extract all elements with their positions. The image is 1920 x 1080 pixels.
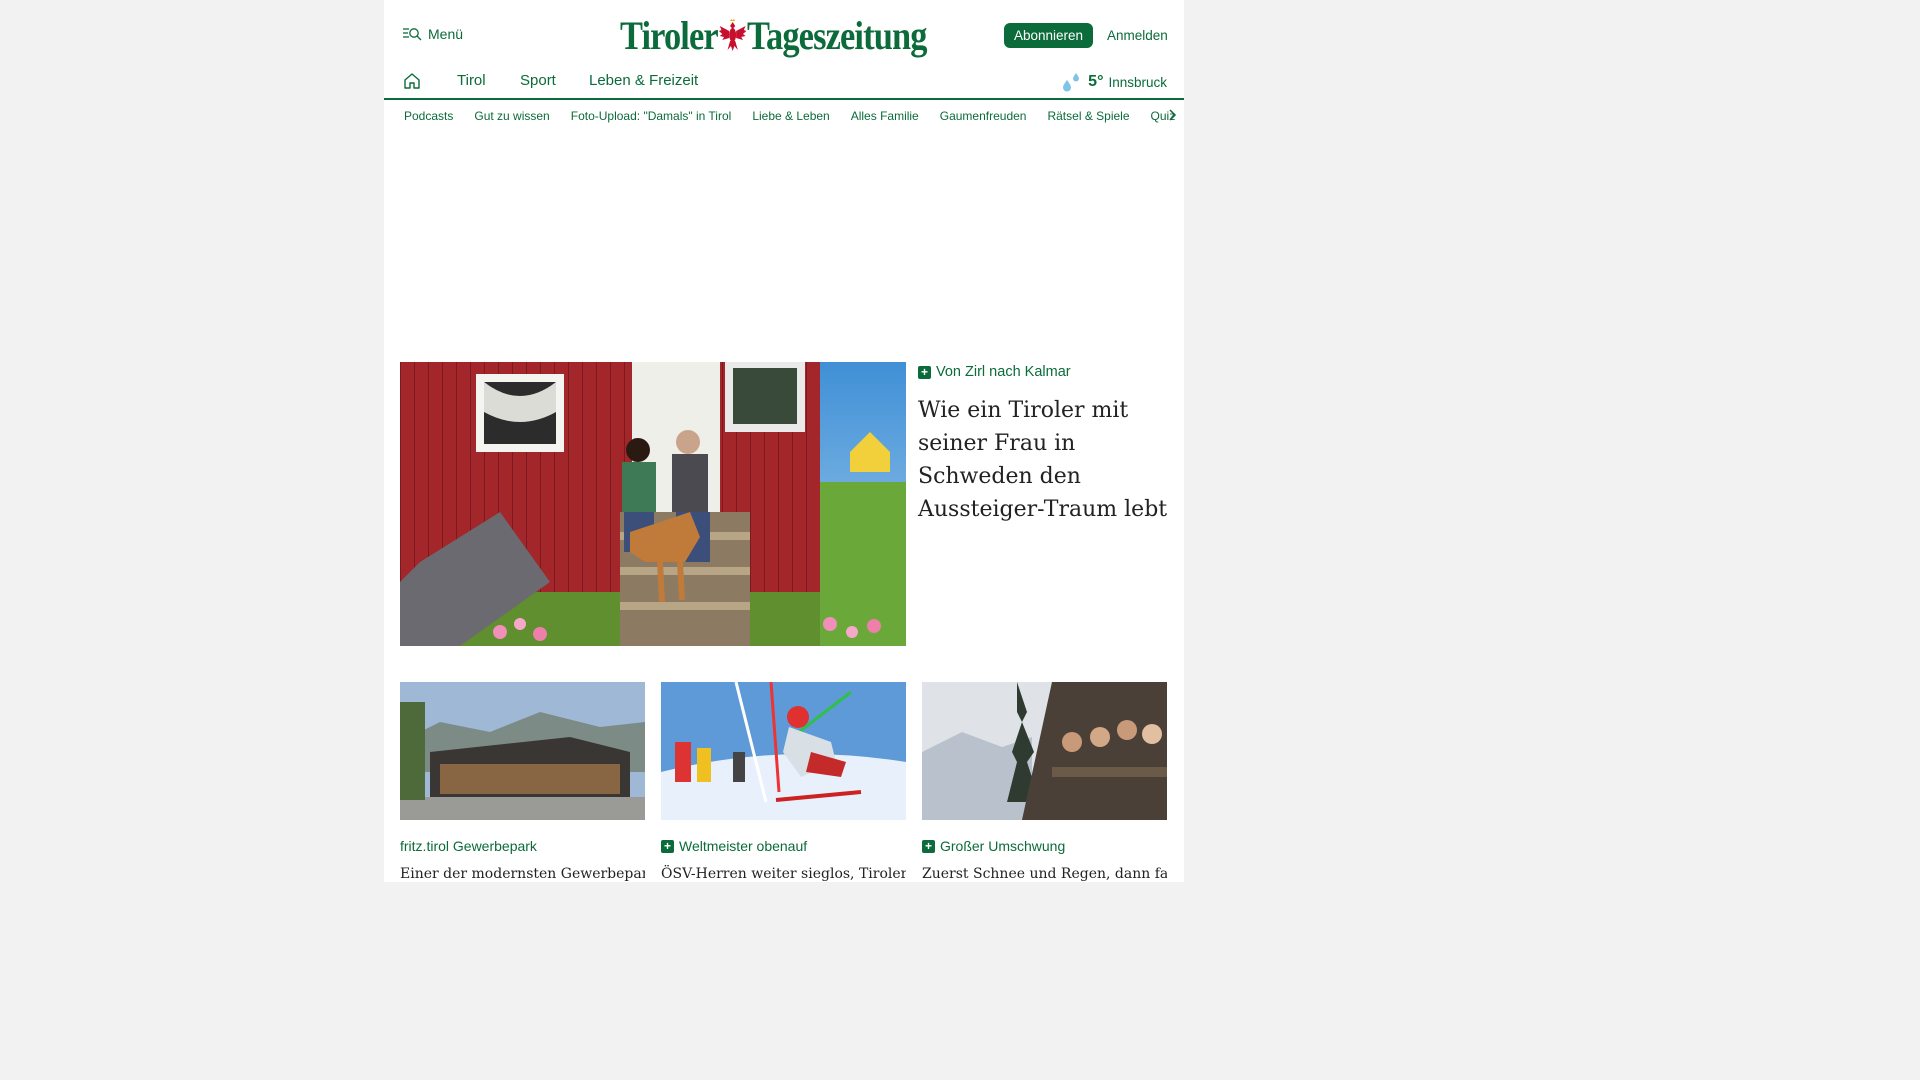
tyrolean-eagle-icon (718, 18, 747, 52)
subnav-item-podcasts[interactable]: Podcasts (404, 109, 453, 123)
card-kicker[interactable]: + Großer Umschwung (922, 838, 1065, 854)
menu-search-icon (403, 27, 422, 41)
nav-item-sport[interactable]: Sport (520, 72, 556, 89)
main-navigation: Tirol Sport Leben & Freizeit 5° Innsbruc… (384, 64, 1184, 100)
card-kicker-label: Weltmeister obenauf (679, 838, 808, 854)
weather-temperature: 5° (1088, 73, 1104, 90)
hero-kicker-label: Von Zirl nach Kalmar (936, 364, 1071, 380)
hero-article-image[interactable] (400, 362, 906, 646)
rain-drops-icon (1061, 72, 1083, 92)
subnav-item-raetsel-spiele[interactable]: Rätsel & Spiele (1047, 109, 1129, 123)
subnav-item-liebe-leben[interactable]: Liebe & Leben (752, 109, 829, 123)
subnav-item-alles-familie[interactable]: Alles Familie (851, 109, 919, 123)
card-headline[interactable]: Einer der modernsten Gewerbeparks (400, 864, 645, 884)
card-kicker[interactable]: + Weltmeister obenauf (661, 838, 807, 854)
page: Menü Tiroler Tageszeitung Abonnieren Anm… (384, 0, 1184, 882)
card-kicker[interactable]: fritz.tirol Gewerbepark (400, 838, 537, 854)
premium-plus-icon: + (918, 365, 931, 379)
subnav-item-gut-zu-wissen[interactable]: Gut zu wissen (474, 109, 549, 123)
premium-plus-icon: + (922, 839, 935, 853)
site-logo[interactable]: Tiroler Tageszeitung (620, 10, 927, 60)
card-headline[interactable]: ÖSV-Herren weiter sieglos, Tiroler (661, 864, 906, 884)
home-icon[interactable] (403, 72, 421, 90)
menu-label: Menü (428, 26, 464, 42)
hero-headline[interactable]: Wie ein Tiroler mit seiner Frau in Schwe… (918, 394, 1173, 526)
menu-button[interactable]: Menü (403, 26, 463, 42)
sub-navigation: Podcasts Gut zu wissen Foto-Upload: "Dam… (384, 101, 1184, 131)
hero-kicker[interactable]: + Von Zirl nach Kalmar (918, 364, 1071, 380)
weather-widget[interactable]: 5° Innsbruck (1061, 72, 1167, 92)
login-link[interactable]: Anmelden (1107, 28, 1168, 43)
card-headline[interactable]: Zuerst Schnee und Regen, dann fast (922, 864, 1167, 884)
subnav-item-gaumenfreuden[interactable]: Gaumenfreuden (940, 109, 1027, 123)
premium-plus-icon: + (661, 839, 674, 853)
ad-placeholder (384, 133, 1184, 343)
nav-item-leben-freizeit[interactable]: Leben & Freizeit (589, 72, 698, 89)
subscribe-button[interactable]: Abonnieren (1004, 23, 1094, 48)
card-image-weather-split[interactable] (922, 682, 1167, 820)
nav-item-tirol[interactable]: Tirol (457, 72, 486, 89)
logo-text-left: Tiroler (620, 12, 719, 58)
subnav-item-foto-upload[interactable]: Foto-Upload: "Damals" in Tirol (571, 109, 732, 123)
card-image-ski-racer[interactable] (661, 682, 906, 820)
card-kicker-label: Großer Umschwung (940, 838, 1066, 854)
chevron-right-icon[interactable] (1166, 107, 1178, 123)
card-image-gewerbepark[interactable] (400, 682, 645, 820)
card-kicker-label: fritz.tirol Gewerbepark (400, 838, 537, 854)
weather-city: Innsbruck (1108, 74, 1167, 90)
logo-text-right: Tageszeitung (747, 12, 927, 58)
